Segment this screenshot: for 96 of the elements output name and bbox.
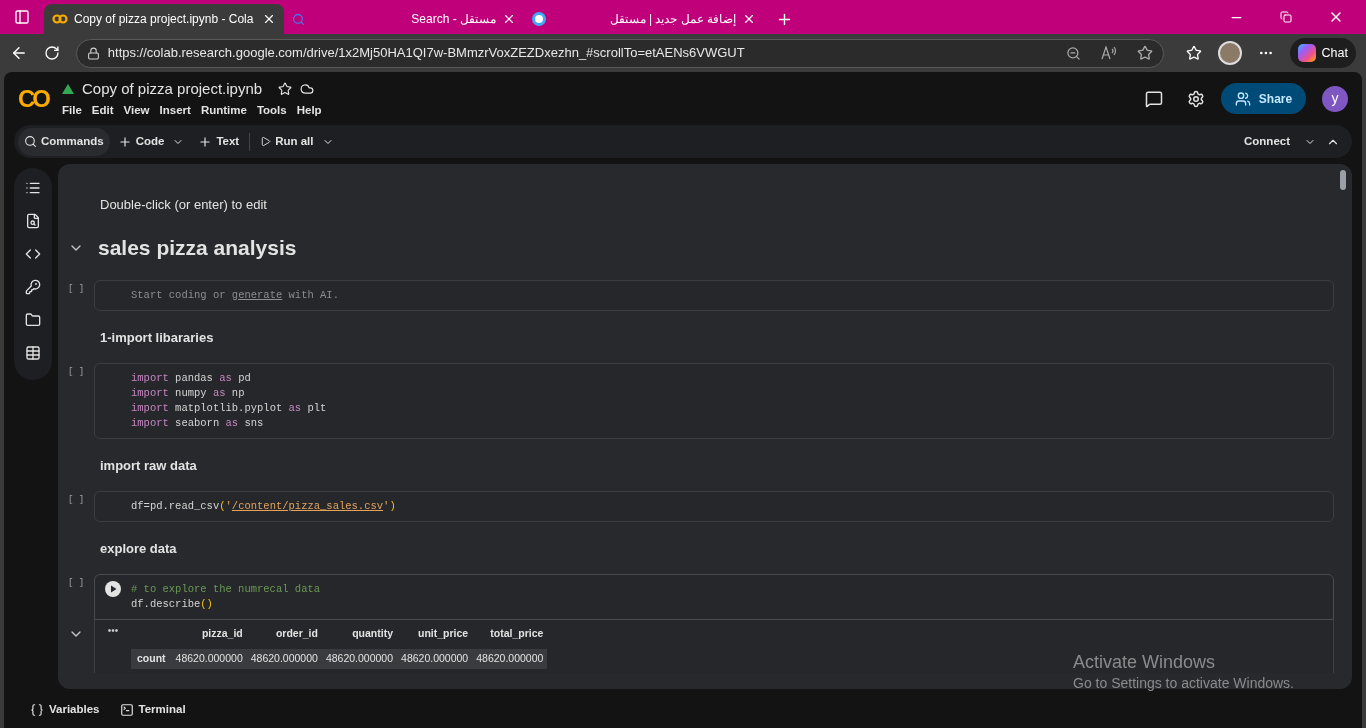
table-cell: 48620.000000: [472, 649, 548, 669]
user-avatar[interactable]: y: [1322, 85, 1348, 112]
tab-actions-icon[interactable]: [14, 9, 30, 25]
section-title: sales pizza analysis: [98, 235, 297, 261]
lock-icon: [86, 46, 100, 60]
run-cell-button[interactable]: [105, 580, 121, 597]
output-menu-button[interactable]: •••: [107, 625, 119, 669]
cell-placeholder: Start coding or generate with AI.: [131, 288, 339, 301]
cloud-icon[interactable]: [300, 81, 315, 96]
browser-tab[interactable]: Search - مستقل: [284, 4, 524, 34]
menu-item[interactable]: Insert: [159, 102, 191, 120]
read-aloud-icon[interactable]: [1100, 46, 1117, 60]
column-header: total_price: [472, 625, 548, 650]
chat-button[interactable]: Chat: [1289, 38, 1356, 68]
copilot-icon: [1297, 44, 1316, 62]
code-line: df.describe(): [131, 596, 213, 612]
section-heading: 1-import libararies: [100, 329, 214, 345]
notebook-title[interactable]: Copy of pizza project.ipynb: [82, 77, 263, 101]
terminal-icon: [119, 703, 134, 717]
terminal-button[interactable]: Terminal: [119, 701, 186, 719]
execution-count: [ ]: [68, 365, 84, 379]
menu-item[interactable]: View: [123, 102, 150, 120]
code-line: import pandas as pd: [131, 370, 251, 386]
add-code-button[interactable]: Code: [113, 132, 169, 151]
code-cell[interactable]: # to explore the numrecal data df.describe(): [94, 573, 1334, 620]
star-icon[interactable]: [278, 81, 293, 96]
ring-icon: [532, 12, 546, 26]
menu-item[interactable]: Runtime: [200, 102, 247, 120]
row-header: count: [131, 649, 172, 669]
connect-button[interactable]: Connect: [1240, 132, 1294, 151]
section-heading: import raw data: [100, 457, 197, 473]
restore-icon[interactable]: [1280, 11, 1292, 23]
favorites-icon[interactable]: [1185, 45, 1202, 61]
profile-avatar[interactable]: [1217, 41, 1242, 65]
zoom-out-icon[interactable]: [1065, 45, 1081, 61]
close-tab-icon[interactable]: [502, 12, 516, 26]
close-tab-icon[interactable]: [742, 12, 756, 26]
table-cell: 48620.000000: [246, 649, 322, 669]
execution-count: [ ]: [68, 493, 84, 507]
search-icon: [292, 12, 305, 26]
colab-logo[interactable]: CO: [18, 80, 48, 117]
column-header: unit_price: [397, 625, 473, 650]
colab-logo-icon: [52, 14, 68, 24]
drive-icon: [62, 83, 74, 94]
play-icon: [260, 136, 272, 147]
execution-count: [ ]: [68, 576, 84, 590]
menu-item[interactable]: Edit: [91, 102, 114, 120]
column-header: pizza_id: [171, 625, 247, 650]
folder-icon[interactable]: [25, 312, 41, 328]
code-line: # to explore the numrecal data: [131, 581, 321, 597]
comments-icon[interactable]: [1145, 89, 1163, 108]
section-heading: explore data: [100, 540, 177, 556]
menu-item[interactable]: Help: [296, 102, 322, 120]
settings-icon[interactable]: [1187, 89, 1205, 108]
code-cell[interactable]: import pandas as pd import numpy as np import matplotlib.pyplot as plt import seaborn as sns: [94, 362, 1334, 439]
column-header: quantity: [321, 625, 398, 650]
key-icon[interactable]: [25, 279, 41, 295]
address-bar[interactable]: https://colab.research.google.com/drive/1x2Mj50HA1QI7w-BMmzrVoxZEZDxezhn_#scrollTo=etAENs6VWGUT: [75, 38, 1164, 68]
edit-hint: Double-click (or enter) to edit: [100, 197, 267, 212]
code-line: import matplotlib.pyplot as plt: [131, 400, 327, 416]
table-icon[interactable]: [25, 345, 41, 361]
table-of-contents-icon[interactable]: [25, 180, 41, 196]
people-icon: [1234, 90, 1251, 107]
search-icon: [24, 135, 37, 148]
scrollbar-thumb[interactable]: [1340, 170, 1346, 190]
code-line: import seaborn as sns: [131, 415, 264, 431]
variables-button[interactable]: Variables: [30, 701, 100, 719]
favorite-icon[interactable]: [1136, 45, 1153, 61]
execution-count: [ ]: [68, 282, 84, 296]
generate-link[interactable]: generate: [231, 288, 283, 301]
reload-icon[interactable]: [43, 45, 60, 61]
plus-icon: [198, 134, 213, 149]
browser-tab[interactable]: إضافة عمل جديد | مستقل: [524, 4, 764, 34]
run-all-button[interactable]: Run all: [256, 132, 318, 151]
table-cell: 48620.000000: [397, 649, 473, 669]
code-cell[interactable]: df=pd.read_csv('/content/pizza_sales.csv'): [94, 490, 1334, 522]
table-cell: 48620.000000: [321, 649, 398, 669]
share-button[interactable]: Share: [1221, 83, 1306, 114]
browser-tab[interactable]: Copy of pizza project.ipynb - Cola: [44, 4, 284, 34]
code-line: df=pd.read_csv('/content/pizza_sales.csv'): [131, 498, 396, 514]
activation-message: Go to Settings to activate Windows.: [1073, 674, 1294, 693]
table-cell: 48620.000000: [171, 649, 247, 669]
activation-title: Activate Windows: [1073, 651, 1217, 673]
close-tab-icon[interactable]: [262, 12, 276, 26]
code-line: import numpy as np: [131, 385, 245, 401]
commands-button[interactable]: Commands: [18, 127, 110, 156]
add-text-button[interactable]: Text: [194, 132, 244, 151]
plus-icon: [117, 134, 132, 149]
find-icon[interactable]: [25, 213, 41, 229]
menu-item[interactable]: File: [62, 102, 82, 120]
code-snippets-icon[interactable]: [25, 246, 41, 262]
back-icon[interactable]: [10, 44, 28, 62]
braces-icon: [30, 703, 44, 717]
column-header: order_id: [246, 625, 322, 650]
menu-item[interactable]: Tools: [256, 102, 287, 120]
code-cell[interactable]: Start coding or generate with AI.: [94, 279, 1334, 311]
